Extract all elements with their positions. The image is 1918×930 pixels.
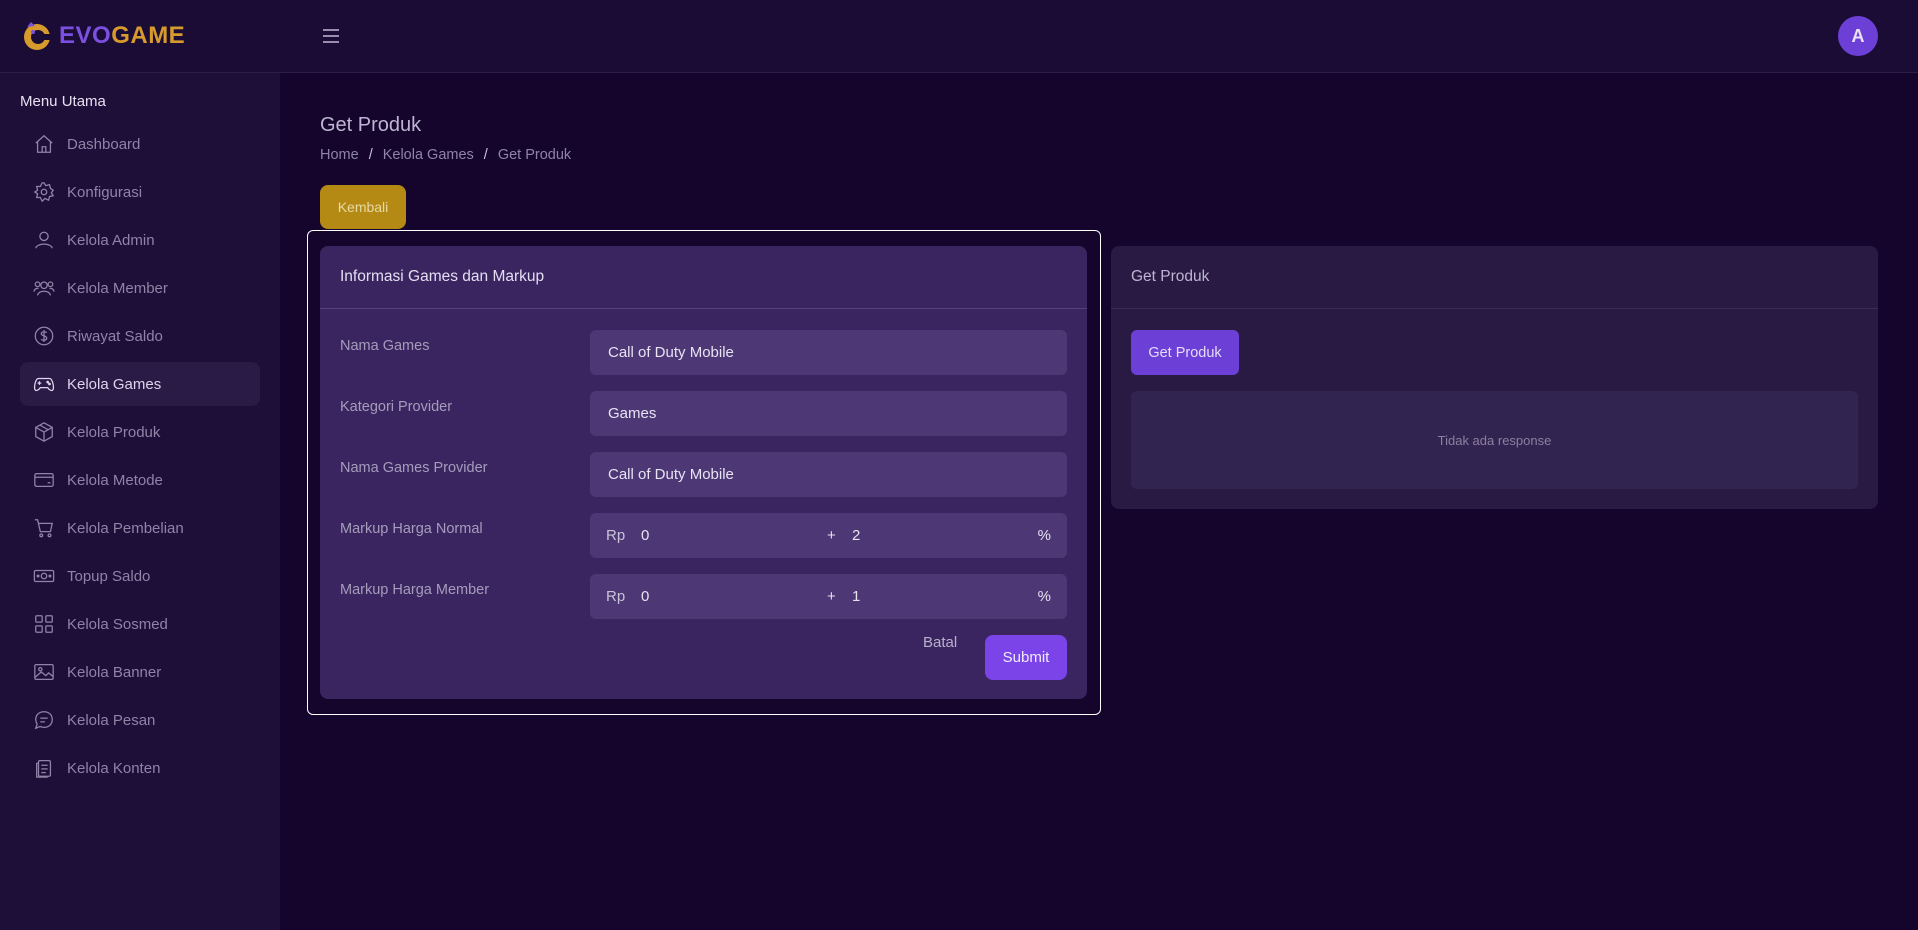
member-markup-percent-input[interactable]: 1 (852, 588, 860, 605)
sidebar-item-label: Topup Saldo (67, 567, 151, 585)
empty-response-text: Tidak ada response (1437, 432, 1552, 448)
sidebar-item-label: Kelola Konten (67, 759, 161, 777)
home-icon (35, 134, 53, 153)
card-title: Get Produk (1111, 246, 1878, 309)
form-row: Nama Games Provider Call of Duty Mobile (340, 452, 1067, 497)
normal-markup-field: Rp 0 + 2 % (590, 513, 1067, 558)
field-label: Nama Games (340, 338, 430, 354)
sidebar-item-label: Konfigurasi (67, 183, 143, 201)
currency-prefix: Rp (606, 527, 626, 544)
field-label: Nama Games Provider (340, 460, 488, 476)
member-markup-amount-input[interactable]: 0 (641, 588, 649, 605)
sidebar-item-dashboard[interactable]: Dashboard (20, 122, 260, 166)
money-icon (33, 569, 55, 583)
sidebar-menu: Dashboard Konfigurasi Kelola Admin Kelol… (20, 122, 260, 794)
normal-markup-percent-input[interactable]: 2 (852, 527, 860, 544)
breadcrumb: Home / Kelola Games / Get Produk (320, 147, 571, 163)
image-icon (34, 664, 54, 680)
top-bar: EVOGAME A (0, 0, 1918, 73)
gear-icon (33, 182, 55, 203)
cart-icon (34, 519, 54, 538)
breadcrumb-home[interactable]: Home (320, 147, 359, 163)
sidebar-item-label: Kelola Member (67, 279, 168, 297)
breadcrumb-current: Get Produk (497, 147, 572, 163)
get-product-button[interactable]: Get Produk (1131, 330, 1239, 375)
currency-prefix: Rp (606, 588, 626, 605)
provider-category-field[interactable]: Games (590, 391, 1067, 436)
sidebar-item-label: Kelola Produk (67, 423, 161, 441)
sidebar-item-kelola-admin[interactable]: Kelola Admin (20, 218, 260, 262)
sidebar-item-label: Kelola Games (67, 375, 162, 393)
percent-suffix: % (1037, 527, 1051, 544)
user-avatar[interactable]: A (1838, 16, 1878, 56)
sidebar-item-kelola-metode[interactable]: Kelola Metode (20, 458, 260, 502)
field-label: Kategori Provider (340, 399, 453, 415)
sidebar-item-label: Kelola Pembelian (67, 519, 184, 537)
sidebar-item-label: Kelola Admin (67, 231, 155, 249)
form-row: Markup Harga Normal Rp 0 + 2 % (340, 513, 1067, 558)
sidebar-item-kelola-konten[interactable]: Kelola Konten (20, 746, 260, 790)
response-panel: Tidak ada response (1131, 391, 1858, 489)
document-icon (36, 760, 52, 778)
sidebar-item-konfigurasi[interactable]: Konfigurasi (20, 170, 260, 214)
sidebar-item-kelola-member[interactable]: Kelola Member (20, 266, 260, 310)
form-row: Markup Harga Member Rp 0 + 1 % (340, 574, 1067, 619)
breadcrumb-separator: / (483, 147, 488, 163)
plus-sign: + (827, 527, 836, 544)
sidebar-item-label: Riwayat Saldo (67, 327, 163, 345)
form-row: Kategori Provider Games (340, 391, 1067, 436)
sidebar-item-label: Kelola Banner (67, 663, 162, 681)
sidebar: Menu Utama Dashboard Konfigurasi Kelola … (0, 73, 280, 930)
member-markup-field: Rp 0 + 1 % (590, 574, 1067, 619)
back-button[interactable]: Kembali (320, 185, 406, 229)
provider-game-name-field[interactable]: Call of Duty Mobile (590, 452, 1067, 497)
logo[interactable]: EVOGAME (21, 20, 185, 52)
grid-icon (35, 615, 53, 633)
get-product-card: Get Produk Get Produk Tidak ada response (1111, 246, 1878, 509)
logo-text-evo: EVO (59, 22, 112, 49)
game-name-field[interactable]: Call of Duty Mobile (590, 330, 1067, 375)
sidebar-item-kelola-games[interactable]: Kelola Games (20, 362, 260, 406)
game-markup-card: Informasi Games dan Markup Nama Games Ca… (320, 246, 1087, 699)
breadcrumb-kelola-games[interactable]: Kelola Games (383, 147, 474, 163)
cancel-button[interactable]: Batal (923, 634, 957, 651)
box-icon (35, 422, 53, 442)
sidebar-item-riwayat-saldo[interactable]: Riwayat Saldo (20, 314, 260, 358)
percent-suffix: % (1037, 588, 1051, 605)
sidebar-item-kelola-sosmed[interactable]: Kelola Sosmed (20, 602, 260, 646)
sidebar-item-label: Dashboard (67, 135, 141, 153)
credit-card-icon (34, 472, 54, 488)
dollar-circle-icon (34, 326, 54, 346)
page-title: Get Produk (320, 114, 422, 136)
sidebar-item-topup-saldo[interactable]: Topup Saldo (20, 554, 260, 598)
plus-sign: + (827, 588, 836, 605)
sidebar-item-kelola-produk[interactable]: Kelola Produk (20, 410, 260, 454)
users-icon (33, 281, 55, 296)
submit-button[interactable]: Submit (985, 635, 1067, 680)
sidebar-item-kelola-pembelian[interactable]: Kelola Pembelian (20, 506, 260, 550)
gamepad-icon (33, 377, 55, 392)
field-label: Markup Harga Member (340, 582, 490, 598)
hamburger-menu-icon[interactable] (321, 26, 341, 46)
field-label: Markup Harga Normal (340, 521, 483, 537)
sidebar-item-kelola-pesan[interactable]: Kelola Pesan (20, 698, 260, 742)
sidebar-item-label: Kelola Metode (67, 471, 163, 489)
logo-mark-icon (24, 22, 52, 50)
user-icon (35, 231, 53, 249)
form-row: Nama Games Call of Duty Mobile (340, 330, 1067, 375)
chat-icon (34, 711, 53, 730)
sidebar-item-kelola-banner[interactable]: Kelola Banner (20, 650, 260, 694)
sidebar-item-label: Kelola Pesan (67, 711, 156, 729)
card-title: Informasi Games dan Markup (320, 246, 1087, 309)
sidebar-title: Menu Utama (20, 93, 106, 110)
breadcrumb-separator: / (368, 147, 373, 163)
sidebar-item-label: Kelola Sosmed (67, 615, 168, 633)
normal-markup-amount-input[interactable]: 0 (641, 527, 649, 544)
logo-text-game: GAME (111, 22, 186, 49)
